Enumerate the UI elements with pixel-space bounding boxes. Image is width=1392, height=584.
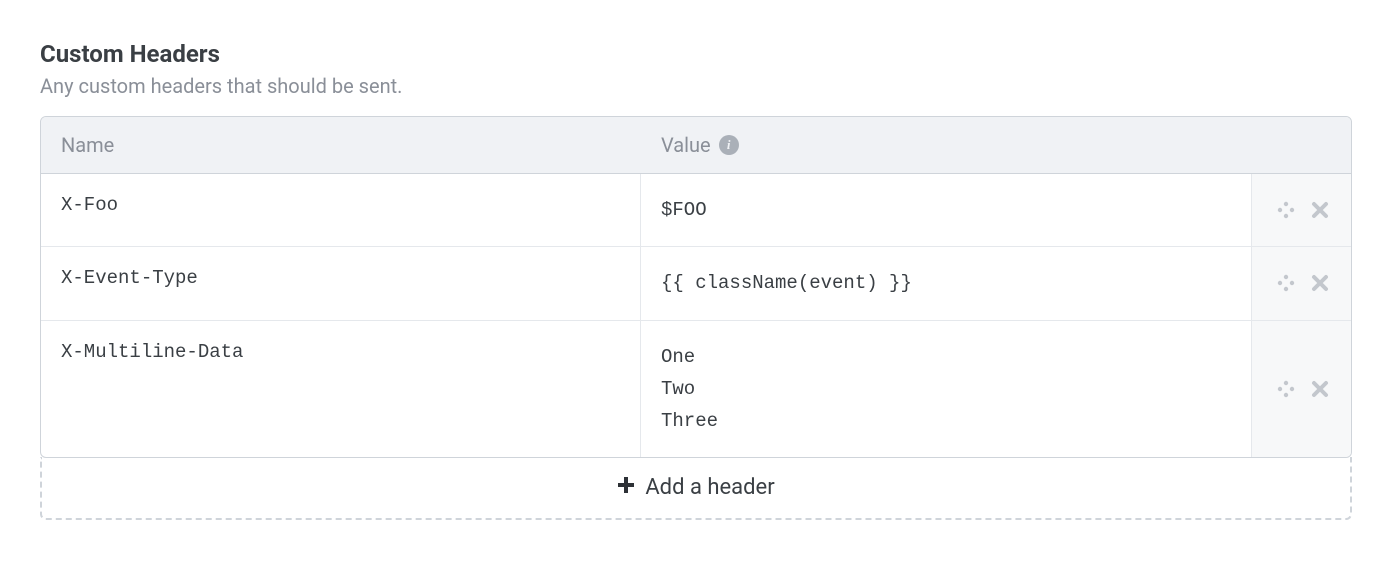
header-value-cell[interactable]: $FOO xyxy=(641,174,1251,246)
header-value-cell[interactable]: {{ className(event) }} xyxy=(641,247,1251,319)
row-actions xyxy=(1251,174,1351,246)
section-description: Any custom headers that should be sent. xyxy=(40,74,1352,98)
drag-handle-icon[interactable] xyxy=(1275,199,1297,221)
column-header-value-label: Value xyxy=(661,133,711,157)
table-header-row: Name Value i xyxy=(41,117,1351,174)
header-name-cell[interactable]: X-Event-Type xyxy=(41,247,641,319)
plus-icon xyxy=(617,475,635,500)
drag-handle-icon[interactable] xyxy=(1275,272,1297,294)
column-header-name: Name xyxy=(41,117,641,173)
header-value-cell[interactable]: One Two Three xyxy=(641,321,1251,458)
table-row: X-Foo$FOO xyxy=(41,174,1351,247)
header-name-cell[interactable]: X-Multiline-Data xyxy=(41,321,641,458)
table-row: X-Multiline-DataOne Two Three xyxy=(41,321,1351,458)
headers-table: Name Value i X-Foo$FOOX-Event-Type{{ cla… xyxy=(40,116,1352,458)
info-icon[interactable]: i xyxy=(719,135,739,155)
column-header-value: Value i xyxy=(641,117,1351,173)
remove-row-button[interactable] xyxy=(1311,380,1329,398)
row-actions xyxy=(1251,247,1351,319)
row-actions xyxy=(1251,321,1351,458)
remove-row-button[interactable] xyxy=(1311,201,1329,219)
add-header-label: Add a header xyxy=(645,475,774,500)
drag-handle-icon[interactable] xyxy=(1275,378,1297,400)
header-name-cell[interactable]: X-Foo xyxy=(41,174,641,246)
table-row: X-Event-Type{{ className(event) }} xyxy=(41,247,1351,320)
add-header-button[interactable]: Add a header xyxy=(40,457,1352,520)
remove-row-button[interactable] xyxy=(1311,274,1329,292)
section-title: Custom Headers xyxy=(40,40,1352,68)
